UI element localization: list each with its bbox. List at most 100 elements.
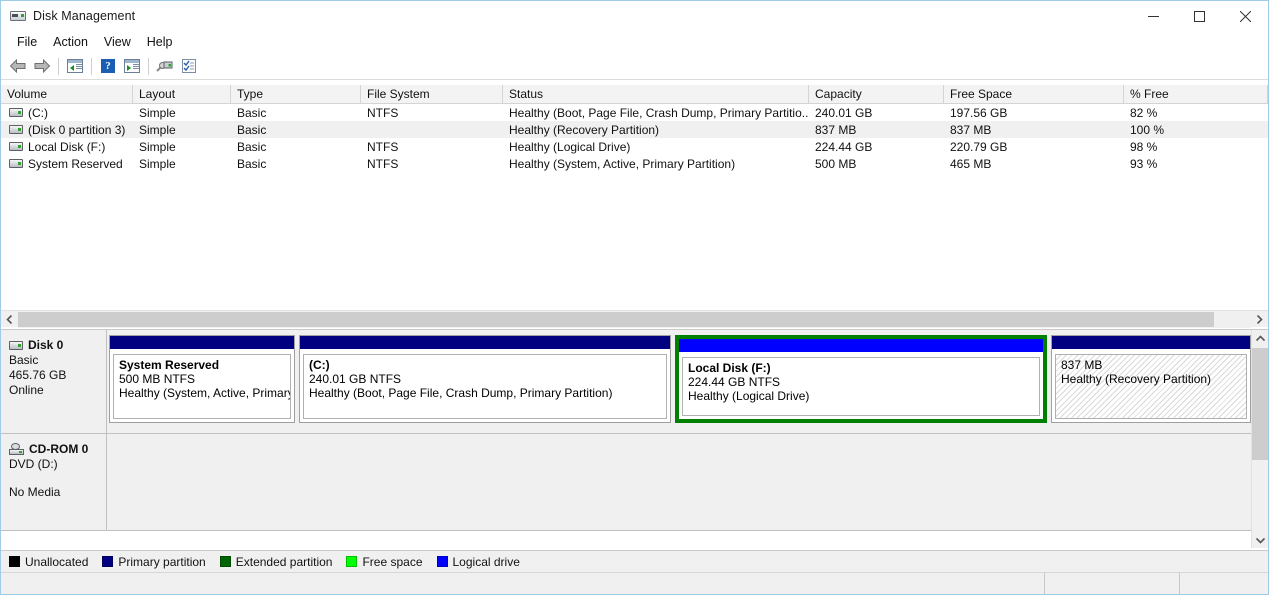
legend-swatch — [346, 556, 358, 567]
menu-item-action[interactable]: Action — [45, 32, 96, 52]
partition-block[interactable]: 837 MB Healthy (Recovery Partition) — [1051, 335, 1251, 423]
disk-drive-icon — [9, 340, 23, 350]
volume-icon — [9, 108, 23, 117]
cell-capacity: 500 MB — [815, 156, 857, 171]
window-title: Disk Management — [33, 9, 136, 23]
disk-name: CD-ROM 0 — [29, 442, 89, 456]
arrow-left-icon — [9, 59, 26, 73]
legend-swatch — [436, 556, 448, 567]
cell-file-system: NTFS — [367, 156, 399, 171]
legend-item: Primary partition — [102, 555, 206, 569]
legend-swatch — [102, 556, 114, 567]
cell-status: Healthy (Boot, Page File, Crash Dump, Pr… — [509, 105, 809, 120]
column-header-file-system[interactable]: File System — [361, 85, 503, 103]
show-action-pane-button[interactable] — [120, 55, 144, 78]
cell-file-system: NTFS — [367, 139, 399, 154]
cell-status: Healthy (System, Active, Primary Partiti… — [509, 156, 736, 171]
menu-item-file[interactable]: File — [9, 32, 45, 52]
title-bar: Disk Management — [1, 1, 1268, 31]
column-header-free[interactable]: % Free — [1124, 85, 1268, 103]
partition-size-fs: 240.01 GB NTFS — [309, 372, 402, 386]
window-controls — [1130, 1, 1268, 31]
help-question-icon: ? — [101, 59, 115, 73]
partition-color-bar — [110, 336, 294, 350]
column-header-free-space[interactable]: Free Space — [944, 85, 1124, 103]
table-row[interactable]: Local Disk (F:) Simple Basic NTFS Healthy (L… — [1, 138, 1268, 155]
cell-volume: System Reserved — [1, 157, 133, 171]
cell-percent-free: 93 % — [1130, 156, 1158, 171]
disk-info-cd-rom-0[interactable]: CD-ROM 0 DVD (D:) No Media — [1, 434, 107, 531]
table-row[interactable]: (C:) Simple Basic NTFS Healthy (Boot, Page F… — [1, 104, 1268, 121]
cell-free-space: 197.56 GB — [950, 105, 1008, 120]
partition-color-bar — [1052, 336, 1250, 350]
properties-list-icon — [182, 59, 196, 73]
legend-label: Free space — [362, 554, 423, 569]
volume-icon — [9, 125, 23, 134]
column-header-status[interactable]: Status — [503, 85, 809, 103]
partition-title: System Reserved — [119, 358, 220, 372]
minimize-button[interactable] — [1130, 1, 1176, 31]
cell-text: (C:) — [28, 105, 48, 120]
disk-type: Basic — [9, 353, 39, 367]
partition-details: (C:) 240.01 GB NTFS Healthy (Boot, Page Fi… — [303, 354, 667, 419]
partition-details: 837 MB Healthy (Recovery Partition) — [1055, 354, 1247, 419]
cell-volume: Local Disk (F:) — [1, 140, 133, 154]
volume-list[interactable]: (C:) Simple Basic NTFS Healthy (Boot, Page F… — [1, 104, 1268, 310]
status-bar — [1, 572, 1268, 594]
partition-size-fs: 224.44 GB NTFS — [688, 375, 781, 389]
cell-text: System Reserved — [28, 156, 123, 171]
scrollbar-track[interactable] — [18, 310, 1251, 328]
partition-block[interactable]: Local Disk (F:) 224.44 GB NTFS Healthy (Lo… — [675, 335, 1047, 423]
back-button[interactable] — [6, 55, 30, 78]
cell-percent-free: 100 % — [1130, 122, 1165, 137]
cell-layout: Simple — [139, 156, 176, 171]
status-pane-tertiary — [1180, 573, 1268, 594]
forward-button[interactable] — [30, 55, 54, 78]
partition-block[interactable]: (C:) 240.01 GB NTFS Healthy (Boot, Page Fi… — [299, 335, 671, 423]
legend-label: Logical drive — [452, 554, 520, 569]
table-row[interactable]: (Disk 0 partition 3) Simple Basic Healthy (… — [1, 121, 1268, 138]
scroll-right-button[interactable] — [1251, 311, 1268, 328]
help-button[interactable]: ? — [96, 55, 120, 78]
legend-swatch — [219, 556, 231, 567]
scroll-down-button[interactable] — [1252, 532, 1268, 548]
cell-volume: (Disk 0 partition 3) — [1, 123, 133, 137]
cell-percent-free: 98 % — [1130, 139, 1158, 154]
maximize-button[interactable] — [1176, 1, 1222, 31]
cell-layout: Simple — [139, 105, 176, 120]
legend-item: Unallocated — [9, 555, 88, 569]
scroll-up-button[interactable] — [1252, 330, 1268, 347]
menu-item-view[interactable]: View — [96, 32, 139, 52]
volume-icon — [9, 159, 23, 168]
partition-color-bar — [300, 336, 670, 350]
cd-rom-icon — [9, 443, 24, 455]
show-hide-console-tree-button[interactable] — [63, 55, 87, 78]
rescan-disks-button[interactable] — [153, 55, 177, 78]
action-pane-icon — [124, 59, 140, 73]
disk-row: Disk 0 Basic 465.76 GB Online System Reserve… — [1, 330, 1253, 434]
column-header-capacity[interactable]: Capacity — [809, 85, 944, 103]
scrollbar-thumb[interactable] — [1252, 348, 1268, 460]
scrollbar-thumb[interactable] — [18, 311, 1214, 327]
column-header-layout[interactable]: Layout — [133, 85, 231, 103]
cell-status: Healthy (Logical Drive) — [509, 139, 631, 154]
partition-size-fs: 500 MB NTFS — [119, 372, 196, 386]
column-header-type[interactable]: Type — [231, 85, 361, 103]
cell-capacity: 240.01 GB — [815, 105, 873, 120]
partition-block[interactable]: System Reserved 500 MB NTFS Healthy (Syste… — [109, 335, 295, 423]
close-button[interactable] — [1222, 1, 1268, 31]
menu-item-help[interactable]: Help — [139, 32, 181, 52]
rescan-plug-icon — [156, 59, 174, 73]
disk-info-disk-0[interactable]: Disk 0 Basic 465.76 GB Online — [1, 330, 107, 434]
column-header-volume[interactable]: Volume — [1, 85, 133, 103]
console-tree-icon — [67, 59, 83, 73]
scroll-left-button[interactable] — [1, 311, 18, 328]
table-row[interactable]: System Reserved Simple Basic NTFS Healthy (S… — [1, 155, 1268, 172]
legend-label: Unallocated — [25, 554, 89, 569]
cell-status: Healthy (Recovery Partition) — [509, 122, 660, 137]
disk-view-vertical-scrollbar[interactable] — [1251, 330, 1268, 548]
volume-list-header: Volume Layout Type File System Status Capacit… — [1, 85, 1268, 104]
partition-details: Local Disk (F:) 224.44 GB NTFS Healthy (Lo… — [682, 357, 1040, 416]
volume-list-horizontal-scrollbar[interactable] — [1, 310, 1268, 328]
properties-button[interactable] — [177, 55, 201, 78]
